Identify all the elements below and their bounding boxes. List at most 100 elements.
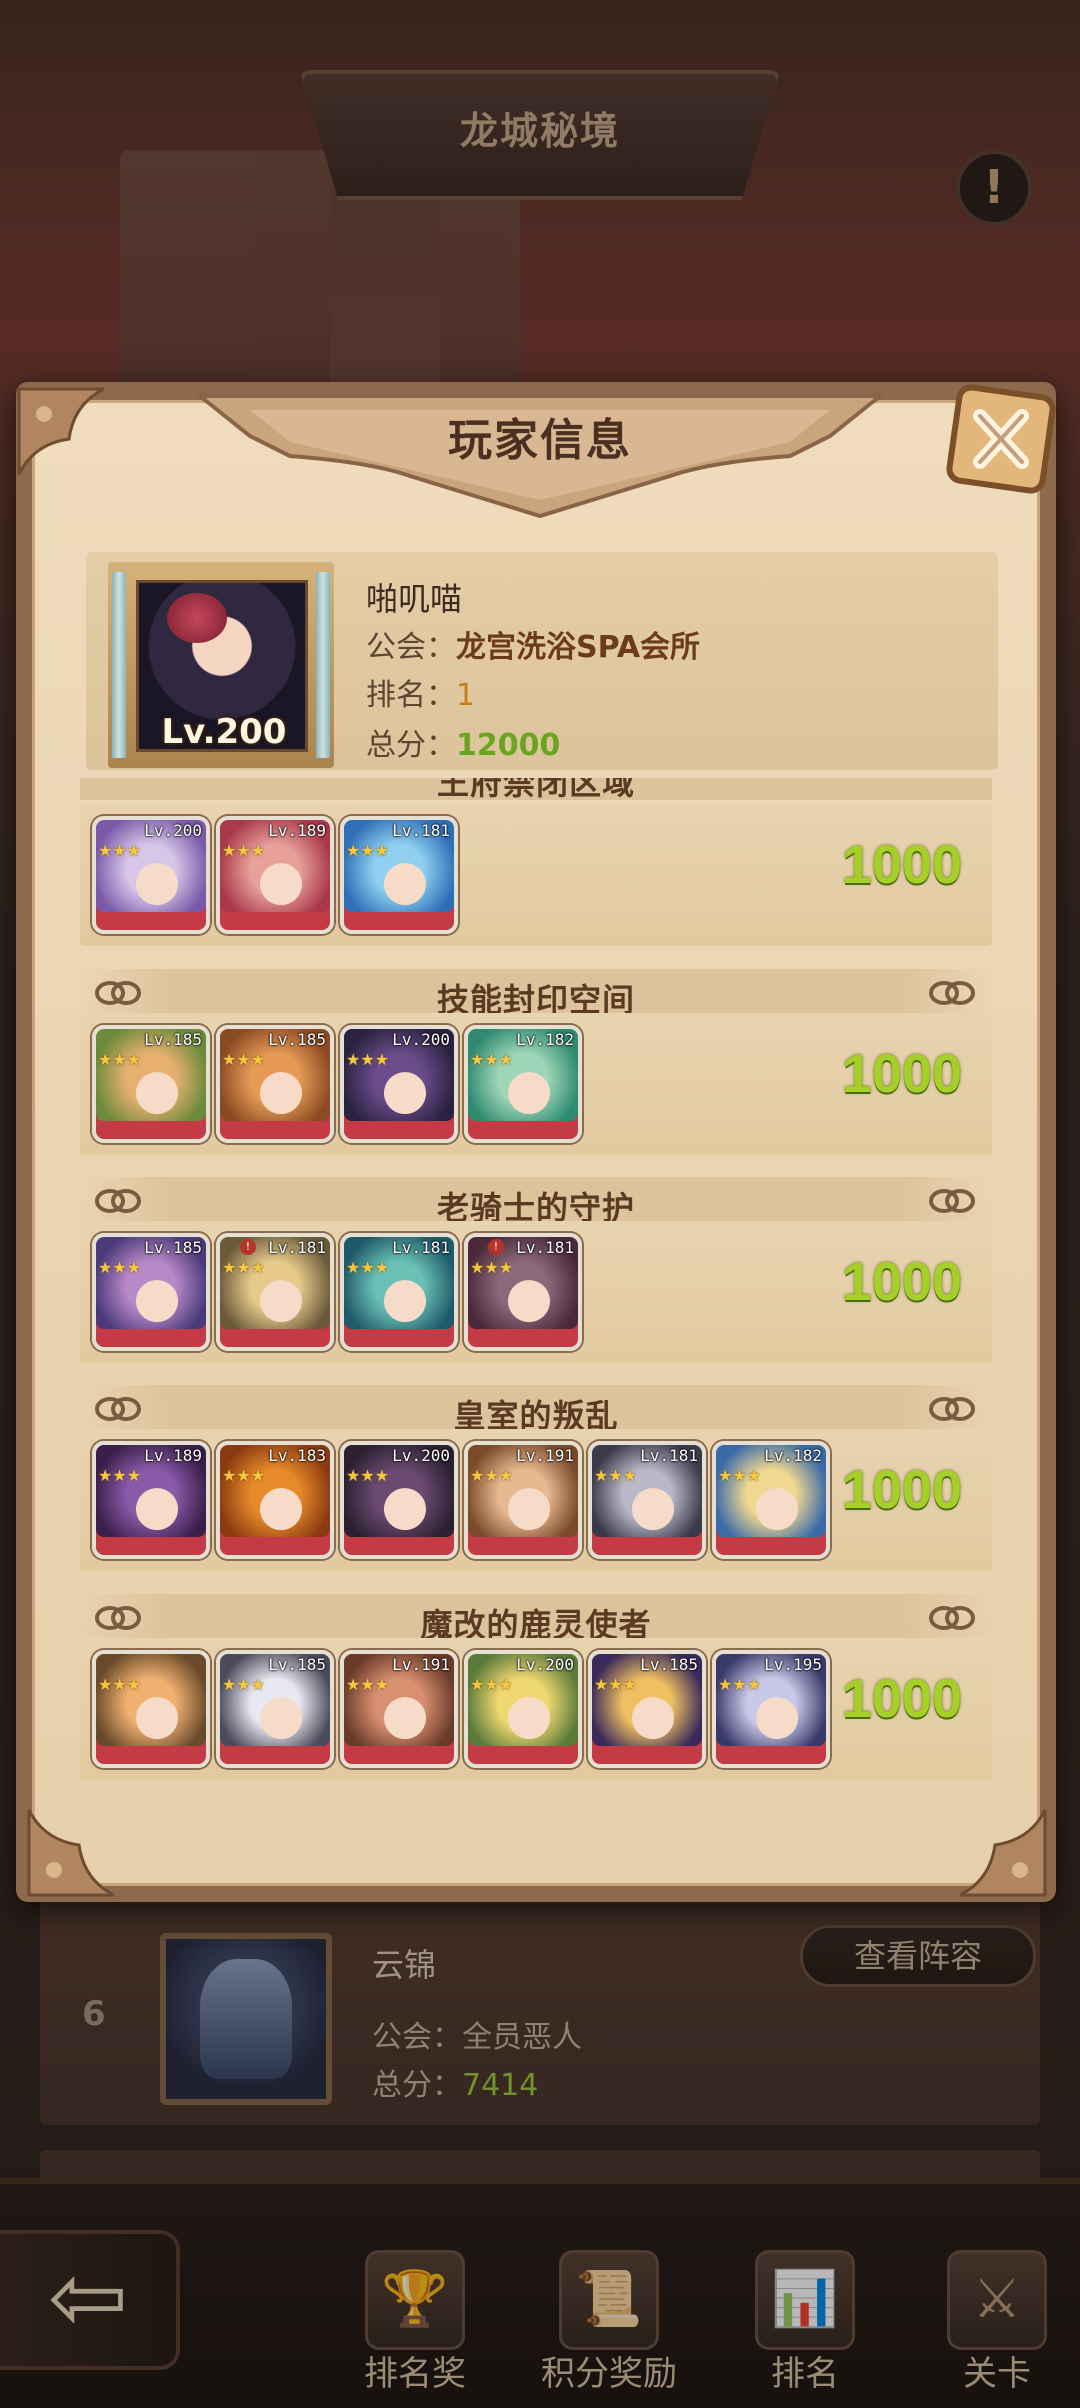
star-icon: ★★★ — [222, 1675, 266, 1694]
hero-card[interactable]: Lv.195 ★★★ — [712, 1650, 830, 1768]
team-header: 王府禁闭区域 — [80, 778, 992, 800]
hero-card[interactable]: Lv.200 ★★★ — [92, 816, 210, 934]
team-lineup: Lv.185 ★★★ Lv.185 ★★★ Lv.200 ★★★ Lv.182 ★★★ 1000 — [80, 1013, 992, 1155]
hero-level: Lv.185 — [640, 1655, 698, 1674]
hero-card[interactable]: Lv.181 ★★★ — [340, 1233, 458, 1351]
star-icon: ★★★ — [98, 1050, 142, 1069]
star-icon: ★★★ — [98, 841, 142, 860]
star-icon: ★★★ — [346, 1675, 390, 1694]
modal-title: 玩家信息 — [448, 415, 632, 466]
guild-value: 龙宫洗浴SPA会所 — [456, 630, 701, 665]
hero-level: Lv.181 — [392, 1238, 450, 1257]
player-score: 总分：12000 — [366, 720, 560, 764]
corner-ornament-icon — [14, 384, 124, 494]
star-icon: ★★★ — [470, 1258, 514, 1277]
team-lineup: Lv.189 ★★★ Lv.183 ★★★ Lv.200 ★★★ Lv.191 ★★★ Lv.1… — [80, 1429, 992, 1571]
team-score: 1000 — [841, 1252, 962, 1312]
rank-label: 排名： — [366, 678, 456, 713]
team-header: 魔改的鹿灵使者 — [80, 1594, 992, 1644]
hero-card[interactable]: Lv.183 ★★★ — [216, 1441, 334, 1559]
star-icon: ★★★ — [222, 1050, 266, 1069]
rank-value: 1 — [456, 678, 476, 713]
hero-level: Lv.200 — [392, 1446, 450, 1465]
alert-icon: ! — [240, 1239, 256, 1255]
star-icon: ★★★ — [346, 1050, 390, 1069]
alert-icon: ! — [488, 1239, 504, 1255]
hero-card[interactable]: Lv.185 ★★★ — [216, 1650, 334, 1768]
guild-label: 公会： — [366, 630, 456, 665]
hero-level: Lv.189 — [144, 1446, 202, 1465]
score-label: 总分： — [366, 728, 456, 763]
hero-card[interactable]: Lv.181 ★★★ — [588, 1441, 706, 1559]
team-score: 1000 — [841, 1460, 962, 1520]
hero-card[interactable]: Lv.200 ★★★ — [464, 1650, 582, 1768]
team-header: 技能封印空间 — [80, 969, 992, 1019]
star-icon: ★★★ — [98, 1466, 142, 1485]
star-icon: ★★★ — [98, 1258, 142, 1277]
hero-card[interactable]: Lv.200 ★★★ — [340, 1441, 458, 1559]
star-icon: ★★★ — [470, 1050, 514, 1069]
hero-level: Lv.191 — [392, 1655, 450, 1674]
star-icon: ★★★ — [718, 1466, 762, 1485]
hero-card[interactable]: Lv.182 ★★★ — [464, 1025, 582, 1143]
player-name: 啪叽喵 — [366, 580, 463, 618]
star-icon: ★★★ — [594, 1675, 638, 1694]
hero-level: Lv.185 — [144, 1238, 202, 1257]
star-icon: ★★★ — [718, 1675, 762, 1694]
player-level: Lv.200 — [161, 712, 287, 752]
hero-level: Lv.181 — [392, 821, 450, 840]
hero-card[interactable]: ★★★ — [92, 1650, 210, 1768]
hero-card[interactable]: Lv.189 ★★★ — [92, 1441, 210, 1559]
hero-level: Lv.185 — [268, 1655, 326, 1674]
star-icon: ★★★ — [346, 1466, 390, 1485]
hero-level: Lv.183 — [268, 1446, 326, 1465]
hero-card[interactable]: Lv.185 ★★★ — [92, 1233, 210, 1351]
hero-level: Lv.185 — [144, 1030, 202, 1049]
hero-card[interactable]: Lv.181 ★★★! — [216, 1233, 334, 1351]
hero-card[interactable]: Lv.200 ★★★ — [340, 1025, 458, 1143]
hero-card[interactable]: Lv.191 ★★★ — [340, 1650, 458, 1768]
star-icon: ★★★ — [346, 1258, 390, 1277]
hero-level: Lv.181 — [516, 1238, 574, 1257]
hero-card[interactable]: Lv.191 ★★★ — [464, 1441, 582, 1559]
player-guild: 公会：龙宫洗浴SPA会所 — [366, 622, 700, 666]
player-rank: 排名：1 — [366, 670, 475, 714]
corner-ornament-icon — [940, 1790, 1050, 1900]
score-value: 12000 — [456, 728, 561, 763]
team-score: 1000 — [841, 835, 962, 895]
hero-card[interactable]: Lv.181 ★★★! — [464, 1233, 582, 1351]
hero-card[interactable]: Lv.189 ★★★ — [216, 816, 334, 934]
hero-level: Lv.181 — [640, 1446, 698, 1465]
hero-level: Lv.200 — [392, 1030, 450, 1049]
hero-level: Lv.185 — [268, 1030, 326, 1049]
team-lineup: Lv.200 ★★★ Lv.189 ★★★ Lv.181 ★★★ 1000 — [80, 804, 992, 946]
star-icon: ★★★ — [222, 1466, 266, 1485]
team-lineup: ★★★ Lv.185 ★★★ Lv.191 ★★★ Lv.200 ★★★ Lv.185 ★★★ L… — [80, 1638, 992, 1780]
hero-level: Lv.191 — [516, 1446, 574, 1465]
hero-card[interactable]: Lv.185 ★★★ — [92, 1025, 210, 1143]
star-icon: ★★★ — [222, 841, 266, 860]
team-score: 1000 — [841, 1669, 962, 1729]
hero-level: Lv.195 — [764, 1655, 822, 1674]
star-icon: ★★★ — [222, 1258, 266, 1277]
corner-ornament-icon — [24, 1790, 134, 1900]
team-name: 王府禁闭区域 — [436, 778, 635, 800]
star-icon: ★★★ — [470, 1675, 514, 1694]
hero-card[interactable]: Lv.181 ★★★ — [340, 816, 458, 934]
hero-card[interactable]: Lv.185 ★★★ — [216, 1025, 334, 1143]
hero-level: Lv.200 — [516, 1655, 574, 1674]
team-score: 1000 — [841, 1044, 962, 1104]
team-header: 皇室的叛乱 — [80, 1385, 992, 1435]
hero-level: Lv.200 — [144, 821, 202, 840]
star-icon: ★★★ — [594, 1466, 638, 1485]
star-icon: ★★★ — [98, 1675, 142, 1694]
team-lineup: Lv.185 ★★★ Lv.181 ★★★! Lv.181 ★★★ Lv.181 ★★★! 10… — [80, 1221, 992, 1363]
hero-card[interactable]: Lv.185 ★★★ — [588, 1650, 706, 1768]
star-icon: ★★★ — [470, 1466, 514, 1485]
hero-card[interactable]: Lv.182 ★★★ — [712, 1441, 830, 1559]
hero-level: Lv.182 — [764, 1446, 822, 1465]
team-header: 老骑士的守护 — [80, 1177, 992, 1227]
hero-level: Lv.182 — [516, 1030, 574, 1049]
hero-level: Lv.189 — [268, 821, 326, 840]
close-icon[interactable] — [940, 378, 1062, 500]
